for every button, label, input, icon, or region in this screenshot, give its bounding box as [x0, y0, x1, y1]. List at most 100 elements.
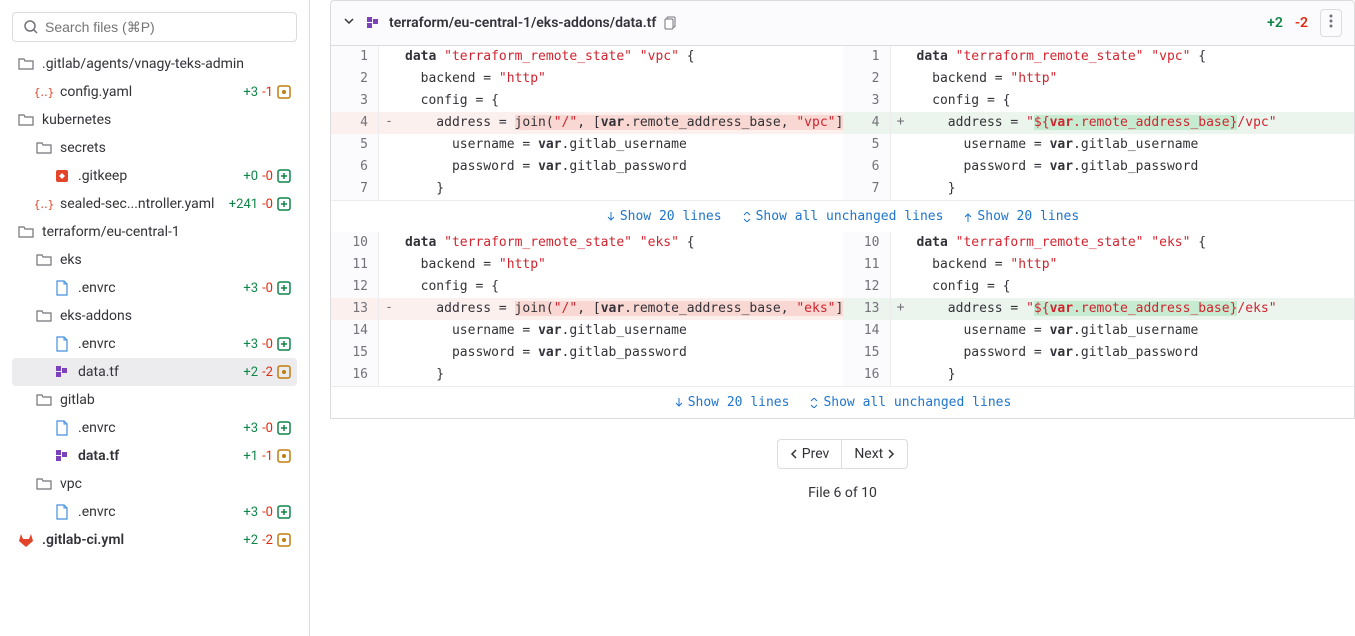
- folder-icon: [18, 56, 34, 72]
- old-code: config = {: [399, 276, 843, 298]
- chevron-left-icon: [790, 449, 798, 459]
- new-line-number[interactable]: 11: [843, 254, 891, 276]
- diff-row: 14 username = var.gitlab_username14 user…: [331, 320, 1354, 342]
- new-code: data "terraform_remote_state" "vpc" {: [911, 46, 1355, 68]
- old-line-number[interactable]: 7: [331, 178, 379, 200]
- tree-label: gitlab: [60, 392, 291, 408]
- tree-label: .envrc: [78, 280, 243, 296]
- tree-row[interactable]: .envrc+3 -0: [12, 498, 297, 526]
- tree-row[interactable]: .envrc+3 -0: [12, 274, 297, 302]
- tree-label: .gitlab-ci.yml: [42, 532, 243, 548]
- new-code: password = var.gitlab_password: [911, 156, 1355, 178]
- tree-row[interactable]: eks: [12, 246, 297, 274]
- tree-row[interactable]: .envrc+3 -0: [12, 330, 297, 358]
- tree-label: data.tf: [78, 448, 243, 464]
- old-line-number[interactable]: 1: [331, 46, 379, 68]
- folder-icon: [18, 112, 34, 128]
- new-line-number[interactable]: 12: [843, 276, 891, 298]
- old-line-number[interactable]: 3: [331, 90, 379, 112]
- old-line-number[interactable]: 12: [331, 276, 379, 298]
- new-line-number[interactable]: 1: [843, 46, 891, 68]
- folder-icon: [18, 224, 34, 240]
- new-line-number[interactable]: 14: [843, 320, 891, 342]
- tree-row[interactable]: {‥}config.yaml+3 -1: [12, 78, 297, 106]
- tree-row[interactable]: vpc: [12, 470, 297, 498]
- old-line-number[interactable]: 15: [331, 342, 379, 364]
- new-line-number[interactable]: 6: [843, 156, 891, 178]
- page-info: File 6 of 10: [330, 485, 1355, 501]
- old-code: address = join("/", [var.remote_address_…: [399, 112, 843, 134]
- new-line-number[interactable]: 16: [843, 364, 891, 386]
- file-header-stats: +2 -2: [1267, 9, 1342, 37]
- new-line-number[interactable]: 3: [843, 90, 891, 112]
- old-line-number[interactable]: 14: [331, 320, 379, 342]
- diff-row: 2 backend = "http"2 backend = "http": [331, 68, 1354, 90]
- tree-row[interactable]: secrets: [12, 134, 297, 162]
- search-files-box[interactable]: [12, 12, 297, 42]
- tree-label: .gitkeep: [78, 168, 243, 184]
- next-button[interactable]: Next: [842, 439, 908, 469]
- new-code: data "terraform_remote_state" "eks" {: [911, 232, 1355, 254]
- tree-row[interactable]: eks-addons: [12, 302, 297, 330]
- new-line-number[interactable]: 2: [843, 68, 891, 90]
- new-line-number[interactable]: 7: [843, 178, 891, 200]
- diff-table: 1 data "terraform_remote_state" "vpc" {1…: [330, 46, 1355, 419]
- tree-row[interactable]: .gitlab-ci.yml+2 -2: [12, 526, 297, 554]
- new-line-number[interactable]: 4: [843, 112, 891, 134]
- new-code: username = var.gitlab_username: [911, 320, 1355, 342]
- show-all-unchanged[interactable]: Show all unchanged lines: [742, 209, 944, 224]
- tree-row[interactable]: terraform/eu-central-1: [12, 218, 297, 246]
- file-actions-menu[interactable]: [1320, 9, 1342, 37]
- chevron-right-icon: [887, 449, 895, 459]
- pager: Prev Next: [330, 439, 1355, 469]
- old-code: }: [399, 364, 843, 386]
- tree-row[interactable]: data.tf+1 -1: [12, 442, 297, 470]
- folder-icon: [36, 392, 52, 408]
- tree-row[interactable]: .gitkeep+0 -0: [12, 162, 297, 190]
- diff-row: 1 data "terraform_remote_state" "vpc" {1…: [331, 46, 1354, 68]
- yaml-icon: {‥}: [36, 196, 52, 212]
- collapse-file-icon[interactable]: [343, 15, 355, 31]
- old-line-number[interactable]: 2: [331, 68, 379, 90]
- tree-row[interactable]: .gitlab/agents/vnagy-teks-admin: [12, 50, 297, 78]
- new-line-number[interactable]: 13: [843, 298, 891, 320]
- new-code: config = {: [911, 276, 1355, 298]
- old-code: address = join("/", [var.remote_address_…: [399, 298, 843, 320]
- new-line-number[interactable]: 15: [843, 342, 891, 364]
- new-code: }: [911, 364, 1355, 386]
- expand-hunk: Show 20 lines Show all unchanged lines S…: [331, 200, 1354, 232]
- additions-count: +2: [1267, 15, 1283, 31]
- show-20-up[interactable]: Show 20 lines: [963, 209, 1079, 224]
- old-line-number[interactable]: 16: [331, 364, 379, 386]
- old-code: data "terraform_remote_state" "vpc" {: [399, 46, 843, 68]
- old-line-number[interactable]: 4: [331, 112, 379, 134]
- search-input[interactable]: [45, 19, 286, 35]
- tree-label: vpc: [60, 476, 291, 492]
- prev-button[interactable]: Prev: [777, 439, 843, 469]
- copy-path-icon[interactable]: [664, 16, 678, 30]
- kebab-icon: [1329, 14, 1333, 28]
- tree-row[interactable]: .envrc+3 -0: [12, 414, 297, 442]
- file-tree-sidebar: .gitlab/agents/vnagy-teks-admin{‥}config…: [0, 0, 310, 636]
- show-20-down[interactable]: Show 20 lines: [674, 395, 790, 410]
- old-line-number[interactable]: 11: [331, 254, 379, 276]
- tree-row[interactable]: data.tf+2 -2: [12, 358, 297, 386]
- old-line-number[interactable]: 5: [331, 134, 379, 156]
- show-all-unchanged[interactable]: Show all unchanged lines: [809, 395, 1011, 410]
- tree-row[interactable]: kubernetes: [12, 106, 297, 134]
- file-header: terraform/eu-central-1/eks-addons/data.t…: [330, 0, 1355, 46]
- show-20-down[interactable]: Show 20 lines: [606, 209, 722, 224]
- tree-row[interactable]: {‥}sealed-sec...ntroller.yaml+241 -0: [12, 190, 297, 218]
- tree-row[interactable]: gitlab: [12, 386, 297, 414]
- old-code: config = {: [399, 90, 843, 112]
- old-line-number[interactable]: 6: [331, 156, 379, 178]
- old-line-number[interactable]: 13: [331, 298, 379, 320]
- new-line-number[interactable]: 10: [843, 232, 891, 254]
- old-line-number[interactable]: 10: [331, 232, 379, 254]
- new-code: backend = "http": [911, 254, 1355, 276]
- folder-icon: [36, 308, 52, 324]
- new-line-number[interactable]: 5: [843, 134, 891, 156]
- old-code: backend = "http": [399, 254, 843, 276]
- tree-label: eks: [60, 252, 291, 268]
- file-icon: [54, 420, 70, 436]
